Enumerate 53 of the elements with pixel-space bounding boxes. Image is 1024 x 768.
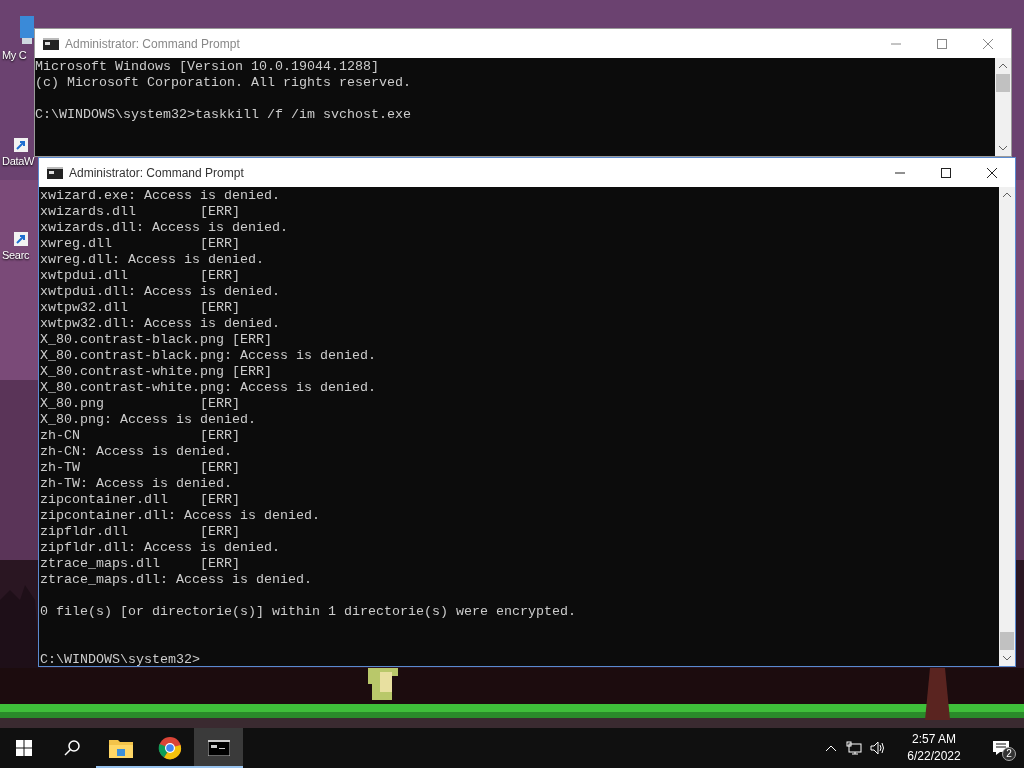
scroll-thumb[interactable] [1000, 632, 1014, 650]
console-line: zh-TW [ERR] [40, 460, 241, 476]
scrollbar[interactable] [999, 187, 1015, 666]
console-line: X_80.png [ERR] [40, 396, 241, 412]
desktop-icon-label[interactable]: My C [2, 48, 27, 62]
console-line: xwreg.dll: Access is denied. [40, 252, 265, 268]
console-line: xwizard.exe: Access is denied. [40, 188, 281, 204]
folder-icon [108, 738, 133, 758]
console-prompt[interactable]: C:\WINDOWS\system32> [40, 652, 999, 666]
taskbar-app-button[interactable] [194, 728, 243, 768]
console-line: ztrace_maps.dll [ERR] [40, 556, 241, 572]
desktop-icon-label[interactable]: Searc [2, 248, 30, 262]
console-line: xwtpdui.dll: Access is denied. [40, 284, 281, 300]
console-line: X_80.contrast-black.png [ERR] [40, 332, 273, 348]
shortcut-icon[interactable] [14, 138, 28, 152]
close-icon[interactable] [987, 167, 997, 178]
console-line: X_80.png: Access is denied. [40, 412, 257, 428]
console-line: C:\WINDOWS\system32>taskkill /f /im svchost.exe [35, 107, 412, 123]
console-line: xwtpw32.dll: Access is denied. [40, 316, 281, 332]
notification-count: 2 [1002, 747, 1016, 761]
console-line: X_80.contrast-black.png: Access is denied. [40, 348, 377, 364]
search-icon[interactable] [63, 739, 81, 757]
console-line: (c) Microsoft Corporation. All rights reserved. [35, 75, 412, 91]
desktop-icon-label[interactable]: DataW [2, 154, 35, 168]
console-line: xwizards.dll [ERR] [40, 204, 241, 220]
console-line: X_80.contrast-white.png [ERR] [40, 364, 273, 380]
console-line: zh-TW: Access is denied. [40, 476, 233, 492]
console-line: xwizards.dll: Access is denied. [40, 220, 289, 236]
shortcut-icon[interactable] [14, 232, 28, 246]
scroll-thumb[interactable] [996, 74, 1010, 92]
console-icon [43, 37, 59, 50]
notifications-button[interactable]: 2 [978, 728, 1024, 768]
maximize-icon[interactable] [941, 167, 951, 178]
console-line: zipcontainer.dll [ERR] [40, 492, 241, 508]
console-line: 0 file(s) [or directorie(s)] within 1 directorie(s) were encrypted. [40, 604, 577, 620]
console-line: X_80.contrast-white.png: Access is denied. [40, 380, 377, 396]
console-line: xwtpw32.dll [ERR] [40, 300, 241, 316]
console-line: xwtpdui.dll [ERR] [40, 268, 241, 284]
window-title: Administrator: Command Prompt [69, 164, 245, 182]
console-icon [207, 740, 230, 756]
console-line: zh-CN: Access is denied. [40, 444, 233, 460]
console-line: xwreg.dll [ERR] [40, 236, 241, 252]
clock[interactable]: 2:57 AM 6/22/2022 [890, 728, 978, 768]
console-line: ztrace_maps.dll: Access is denied. [40, 572, 313, 588]
browser-icon [157, 736, 182, 760]
console-line: zipfldr.dll [ERR] [40, 524, 241, 540]
console-line: zh-CN [ERR] [40, 428, 241, 444]
console-icon [47, 166, 63, 179]
console-line: zipfldr.dll: Access is denied. [40, 540, 281, 556]
window-title: Administrator: Command Prompt [65, 35, 241, 53]
scrollbar[interactable] [995, 58, 1011, 156]
console-line: zipcontainer.dll: Access is denied. [40, 508, 321, 524]
console-line: Microsoft Windows [Version 10.0.19044.1288] [35, 59, 380, 75]
